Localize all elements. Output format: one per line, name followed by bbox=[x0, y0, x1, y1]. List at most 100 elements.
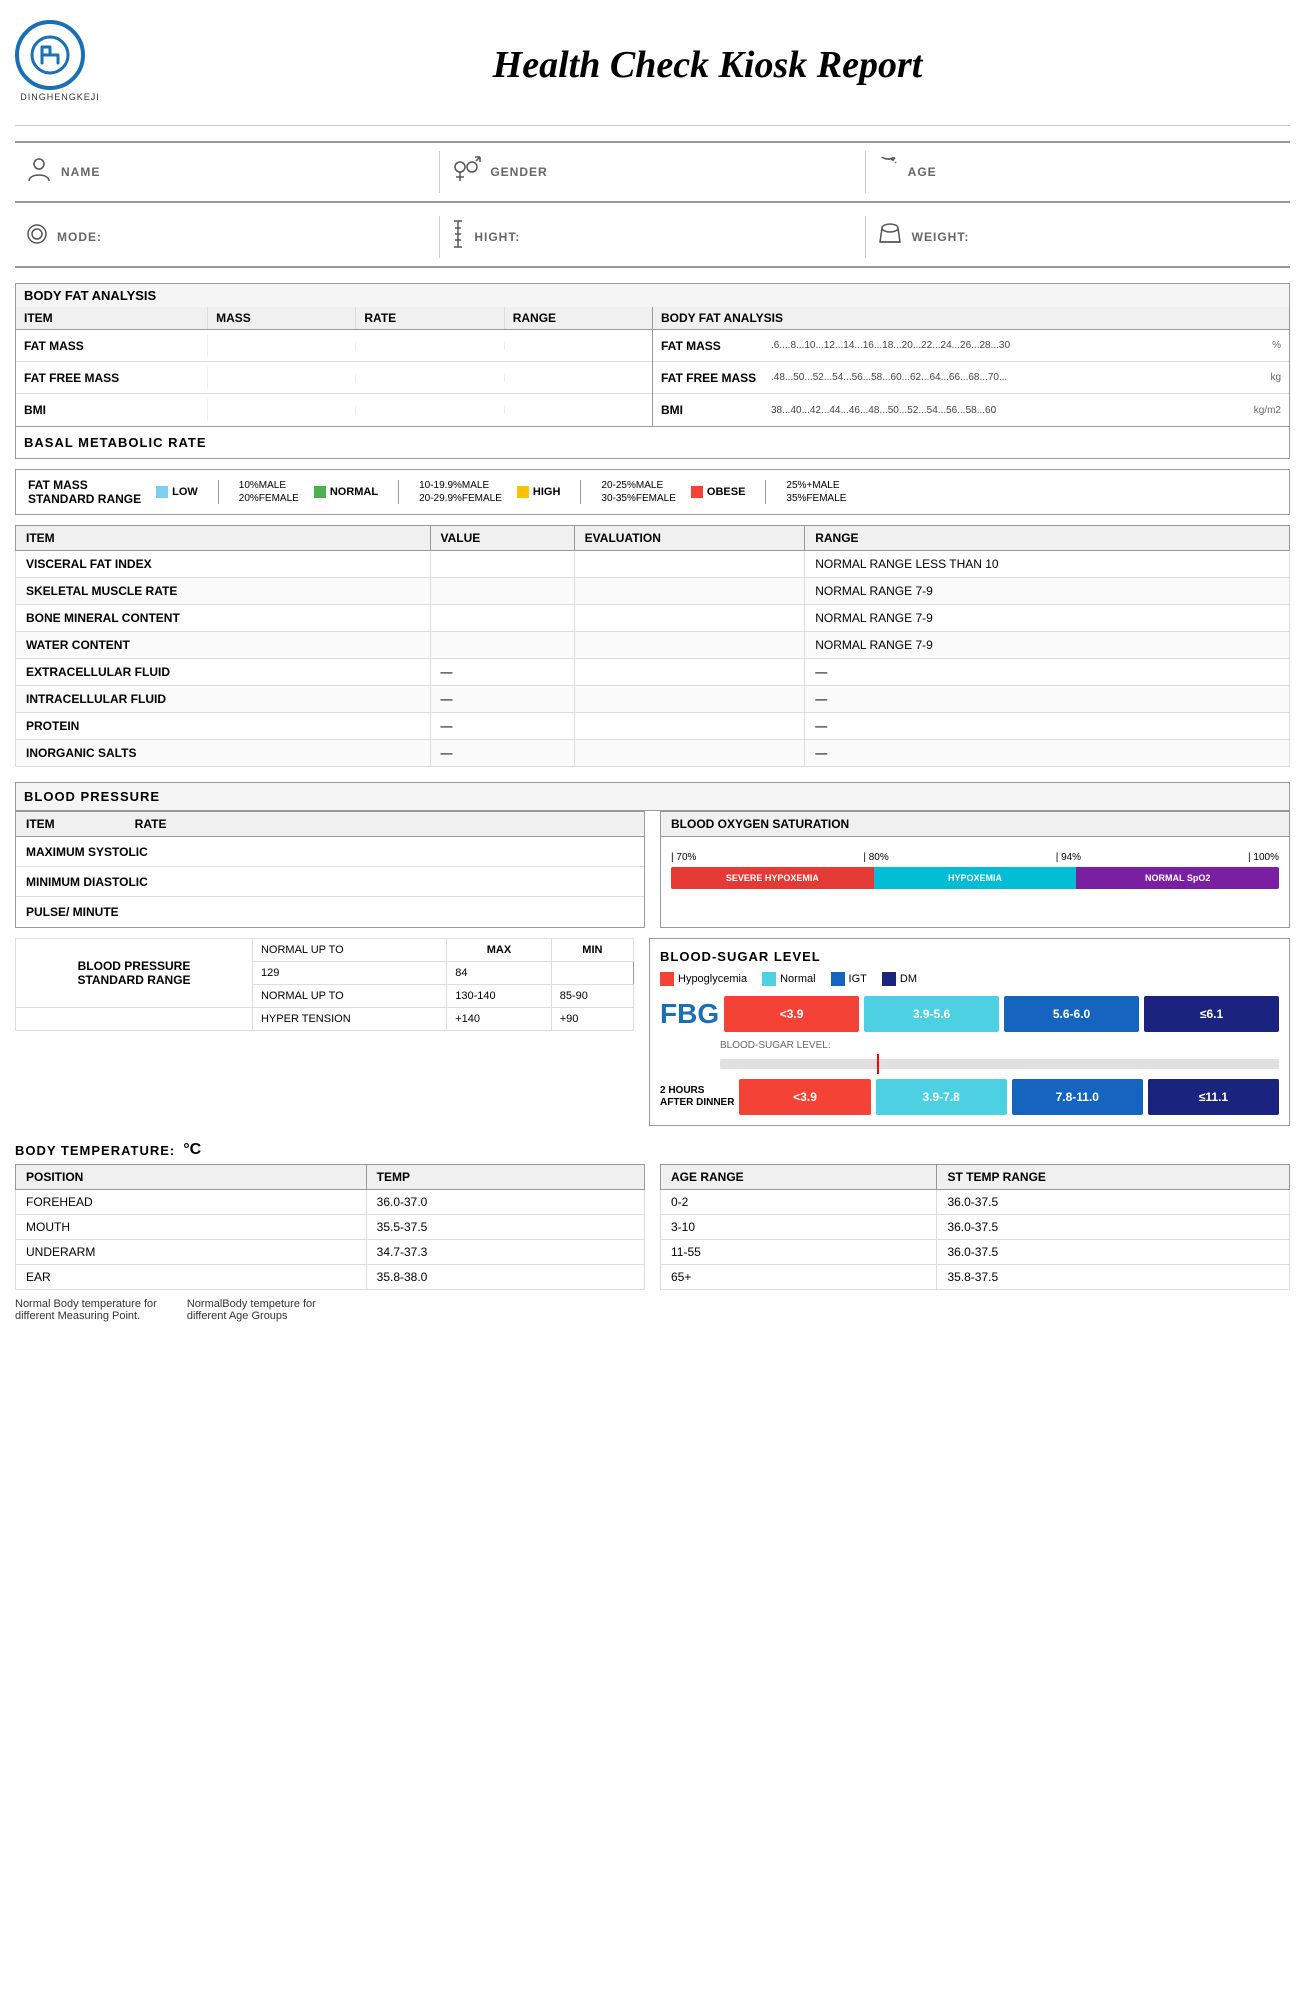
bs-hypo-box bbox=[660, 972, 674, 986]
bfa-right-fatfree-label: FAT FREE MASS bbox=[661, 371, 761, 385]
bs-indicator-bar bbox=[720, 1059, 1279, 1069]
comp-row-intracell: INTRACELLULAR FLUID — — bbox=[16, 686, 1290, 713]
bfa-col-rate: RATE bbox=[356, 307, 504, 329]
fat-std-divider-1 bbox=[218, 480, 219, 504]
bfa-right: BODY FAT ANALYSIS FAT MASS .6....8...10.… bbox=[653, 307, 1289, 426]
fat-std-divider-3 bbox=[580, 480, 581, 504]
temp-age-header-row: AGE RANGE ST TEMP RANGE bbox=[661, 1165, 1290, 1190]
body-fat-title: BODY FAT ANALYSIS bbox=[15, 283, 1290, 307]
temp-mouth-val: 35.5-37.5 bbox=[366, 1215, 644, 1240]
comp-inorganic-item: INORGANIC SALTS bbox=[16, 740, 431, 767]
bp-table: ITEM RATE MAXIMUM SYSTOLIC MINIMUM DIAST… bbox=[15, 811, 645, 928]
fbg-seg-4: ≤6.1 bbox=[1144, 996, 1279, 1032]
high-color-box bbox=[517, 486, 529, 498]
bs-igt-box bbox=[831, 972, 845, 986]
fbg-seg-1: <3.9 bbox=[724, 996, 859, 1032]
after-seg-3: 7.8-11.0 bbox=[1012, 1079, 1143, 1115]
comp-inorganic-range: — bbox=[805, 740, 1290, 767]
comp-row-bone: BONE MINERAL CONTENT NORMAL RANGE 7-9 bbox=[16, 605, 1290, 632]
after-dinner-label: 2 HOURSAFTER DINNER bbox=[660, 1085, 734, 1109]
fbg-seg-2: 3.9-5.6 bbox=[864, 996, 999, 1032]
temp-mouth-pos: MOUTH bbox=[16, 1215, 367, 1240]
bp-std-row-3: HYPER TENSION +140 +90 bbox=[16, 1008, 634, 1031]
fat-std-obese-label: OBESE bbox=[707, 486, 746, 498]
bfa-right-fatfree: FAT FREE MASS .48...50...52...54...56...… bbox=[653, 362, 1289, 394]
comp-skeletal-value bbox=[430, 578, 574, 605]
comp-inorganic-eval bbox=[574, 740, 805, 767]
temp-age-65plus: 65+ bbox=[661, 1265, 937, 1290]
fat-standard-section: FAT MASSSTANDARD RANGE LOW 10%MALE20%FEM… bbox=[15, 469, 1290, 515]
bfa-right-bmi-label: BMI bbox=[661, 403, 761, 417]
temp-age-table: AGE RANGE ST TEMP RANGE 0-2 36.0-37.5 3-… bbox=[660, 1164, 1290, 1290]
temp-position-table: POSITION TEMP FOREHEAD 36.0-37.0 MOUTH 3… bbox=[15, 1164, 645, 1290]
fat-std-normal-detail: 10-19.9%MALE20-29.9%FEMALE bbox=[419, 479, 502, 505]
bp-std-desc-1: NORMAL UP TO bbox=[252, 939, 446, 962]
bfa-right-fatfree-unit: kg bbox=[1246, 372, 1281, 383]
comp-protein-value: — bbox=[430, 713, 574, 740]
temp-row-mouth: MOUTH 35.5-37.5 bbox=[16, 1215, 645, 1240]
patient-info-bar-2: MODE: HIGHT: WEIGHT: bbox=[15, 208, 1290, 268]
bs-legend-igt: IGT bbox=[831, 972, 867, 986]
patient-info-bar: NAME GENDER AGE bbox=[15, 141, 1290, 203]
comp-water-eval bbox=[574, 632, 805, 659]
fat-std-divider-2 bbox=[398, 480, 399, 504]
bos-section: BLOOD OXYGEN SATURATION | 70% | 80% | 94… bbox=[660, 811, 1290, 928]
bp-std-val-max3: +140 bbox=[447, 1008, 552, 1031]
bfa-col-mass: MASS bbox=[208, 307, 356, 329]
comp-intracell-value: — bbox=[430, 686, 574, 713]
fbg-label: FBG bbox=[660, 998, 719, 1030]
temp-ear-pos: EAR bbox=[16, 1265, 367, 1290]
temp-row-forehead: FOREHEAD 36.0-37.0 bbox=[16, 1190, 645, 1215]
bp-pulse-label: PULSE/ MINUTE bbox=[26, 905, 378, 919]
temp-note-1: Normal Body temperature fordifferent Mea… bbox=[15, 1298, 157, 1322]
temp-row-underarm: UNDERARM 34.7-37.3 bbox=[16, 1240, 645, 1265]
fat-std-obese-detail: 25%+MALE35%FEMALE bbox=[786, 479, 846, 505]
bfa-right-title: BODY FAT ANALYSIS bbox=[653, 307, 1289, 330]
person-icon bbox=[25, 155, 53, 189]
temp-note-2: NormalBody tempeture fordifferent Age Gr… bbox=[187, 1298, 316, 1322]
bs-hypo-label: Hypoglycemia bbox=[678, 973, 747, 985]
bp-std-val-max1: 129 bbox=[252, 962, 446, 985]
temp-underarm-pos: UNDERARM bbox=[16, 1240, 367, 1265]
fbg-row: FBG <3.9 3.9-5.6 5.6-6.0 ≤6.1 bbox=[660, 996, 1279, 1032]
age-label: AGE bbox=[908, 165, 937, 179]
gender-field: GENDER bbox=[440, 151, 864, 193]
temp-unit: °C bbox=[183, 1141, 201, 1159]
bp-table-header: ITEM RATE bbox=[16, 812, 644, 837]
fat-std-normal-label: NORMAL bbox=[330, 486, 378, 498]
comp-intracell-item: INTRACELLULAR FLUID bbox=[16, 686, 431, 713]
comp-extracell-eval bbox=[574, 659, 805, 686]
bfa-right-fatmass-scale: .6....8...10...12...14...16...18...20...… bbox=[771, 340, 1236, 351]
bs-legend-normal: Normal bbox=[762, 972, 815, 986]
comp-skeletal-item: SKELETAL MUSCLE RATE bbox=[16, 578, 431, 605]
age-field: AGE bbox=[866, 151, 1290, 193]
bp-section-wrapper: BLOOD PRESSURE ITEM RATE MAXIMUM SYSTOLI… bbox=[15, 782, 1290, 928]
blood-sugar-section: BLOOD-SUGAR LEVEL Hypoglycemia Normal IG… bbox=[649, 938, 1290, 1126]
name-field: NAME bbox=[15, 151, 439, 193]
comp-protein-item: PROTEIN bbox=[16, 713, 431, 740]
bmr-title: BASAL METABOLIC RATE bbox=[24, 435, 207, 450]
temp-age-3-10: 3-10 bbox=[661, 1215, 937, 1240]
temp-age-row-11-55: 11-55 36.0-37.5 bbox=[661, 1240, 1290, 1265]
gender-label: GENDER bbox=[490, 165, 547, 179]
weight-field: WEIGHT: bbox=[866, 216, 1290, 258]
bos-title: BLOOD OXYGEN SATURATION bbox=[661, 812, 1289, 837]
temp-header-row: POSITION TEMP bbox=[16, 1165, 645, 1190]
page-header: DINGHENGKEJI Health Check Kiosk Report bbox=[15, 10, 1290, 126]
logo-circle bbox=[15, 20, 85, 90]
comp-row-visceral: VISCERAL FAT INDEX NORMAL RANGE LESS THA… bbox=[16, 551, 1290, 578]
bs-legend: Hypoglycemia Normal IGT DM bbox=[660, 972, 1279, 986]
temp-ear-val: 35.8-38.0 bbox=[366, 1265, 644, 1290]
bfa-right-fatmass: FAT MASS .6....8...10...12...14...16...1… bbox=[653, 330, 1289, 362]
bfa-row-fatmass: FAT MASS bbox=[16, 330, 652, 362]
bs-legend-dm: DM bbox=[882, 972, 917, 986]
bp-std-val-min1: 84 bbox=[447, 962, 552, 985]
temp-age-11-55: 11-55 bbox=[661, 1240, 937, 1265]
bp-std-header-row: BLOOD PRESSURESTANDARD RANGE NORMAL UP T… bbox=[16, 939, 634, 962]
comp-protein-eval bbox=[574, 713, 805, 740]
height-label: HIGHT: bbox=[474, 230, 520, 244]
bos-severe: SEVERE HYPOXEMIA bbox=[671, 867, 874, 889]
temp-title: BODY TEMPERATURE: bbox=[15, 1143, 175, 1158]
bp-standard-section: BLOOD PRESSURESTANDARD RANGE NORMAL UP T… bbox=[15, 938, 634, 1126]
fat-std-low: LOW bbox=[156, 486, 198, 498]
